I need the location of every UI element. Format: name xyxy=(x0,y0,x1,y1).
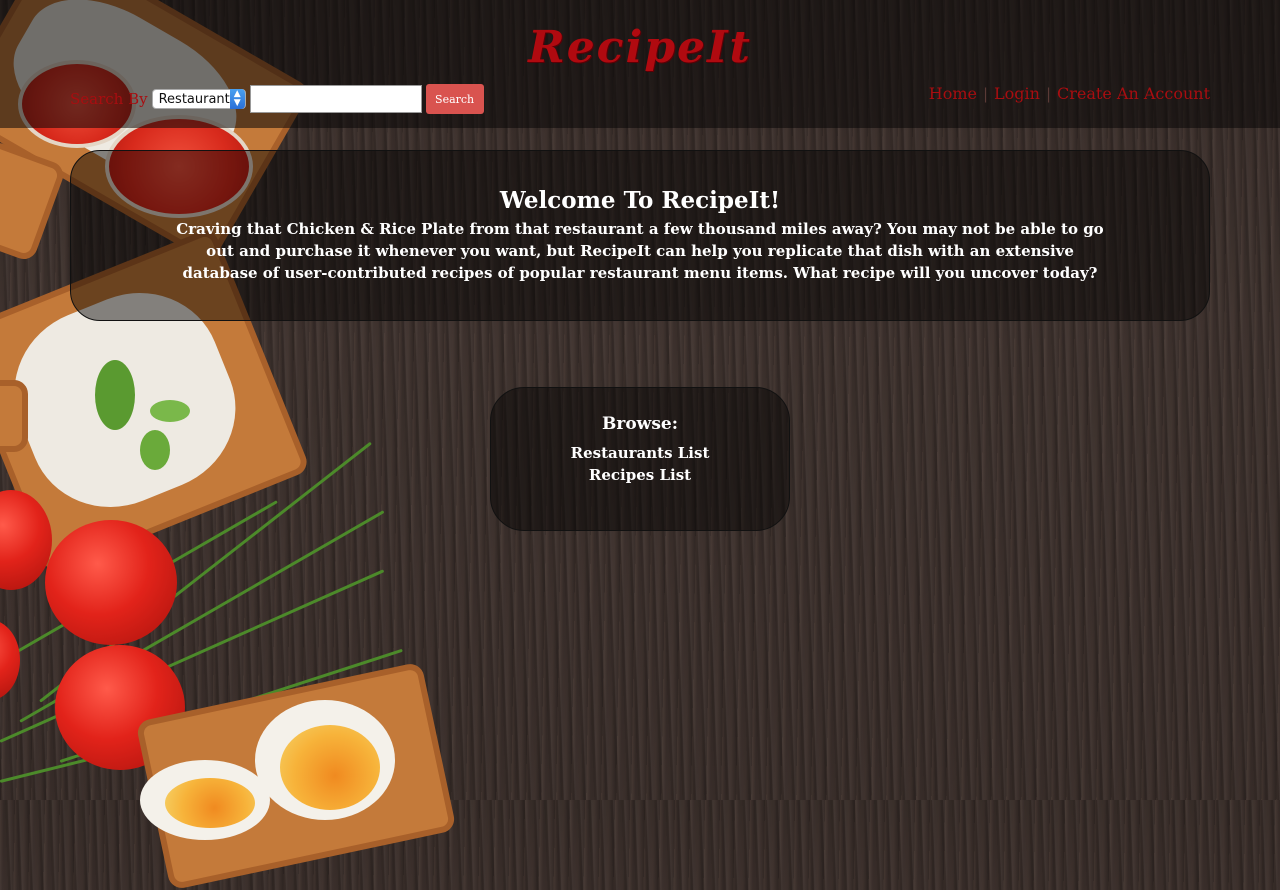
browse-panel: Browse: Restaurants List Recipes List xyxy=(490,387,790,531)
search-by-label: Search By xyxy=(70,90,148,108)
nav-separator: | xyxy=(982,84,989,103)
nav-separator: | xyxy=(1045,84,1052,103)
browse-title: Browse: xyxy=(602,414,678,434)
search-button[interactable]: Search xyxy=(425,84,484,114)
search-type-select[interactable]: Restaurant ▲ ▼ xyxy=(151,89,246,109)
nav-login-link[interactable]: Login xyxy=(994,84,1040,103)
top-nav: Home | Login | Create An Account xyxy=(929,84,1210,103)
logo[interactable]: RecipeIt xyxy=(0,22,1280,73)
header: RecipeIt Search By Restaurant ▲ ▼ Search … xyxy=(0,0,1280,128)
search-bar: Search By Restaurant ▲ ▼ Search xyxy=(70,84,484,114)
select-arrows-icon: ▲ ▼ xyxy=(229,89,245,109)
welcome-description: Craving that Chicken & Rice Plate from t… xyxy=(176,220,1104,282)
search-type-selected-value: Restaurant xyxy=(158,91,230,107)
welcome-panel: Welcome To RecipeIt! Craving that Chicke… xyxy=(70,150,1210,321)
restaurants-list-link[interactable]: Restaurants List xyxy=(491,442,789,464)
nav-create-account-link[interactable]: Create An Account xyxy=(1057,84,1210,103)
welcome-title: Welcome To RecipeIt! xyxy=(499,187,781,214)
nav-home-link[interactable]: Home xyxy=(929,84,977,103)
recipes-list-link[interactable]: Recipes List xyxy=(491,464,789,486)
search-input[interactable] xyxy=(249,85,422,113)
